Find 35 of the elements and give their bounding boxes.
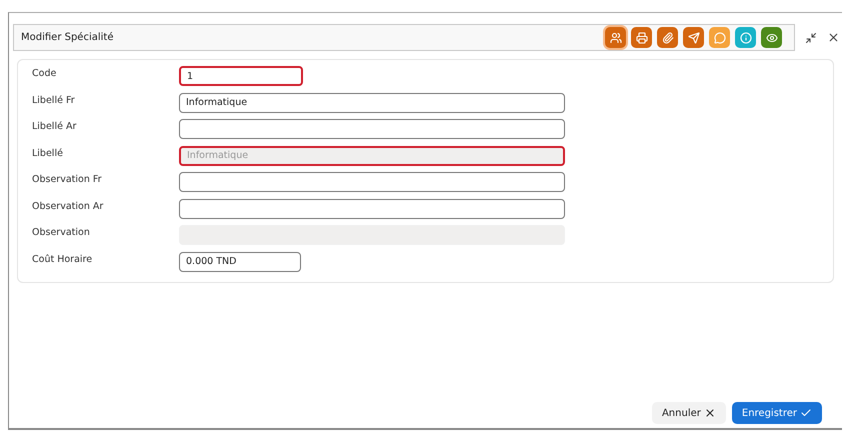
toolbar-button[interactable] [709,27,730,48]
print-icon [636,32,648,44]
toolbar-button[interactable] [605,27,626,48]
cancel-button[interactable]: Annuler [652,402,726,424]
field-label: Observation Ar [32,200,104,212]
field-label: Libellé [32,146,64,158]
minimize-button[interactable] [805,32,817,44]
check-icon [800,407,812,419]
input-field[interactable] [179,119,565,139]
dialog-title: Modifier Spécialité [21,32,114,43]
input-field[interactable]: Informatique [179,92,565,112]
paperclip-icon [662,32,674,44]
toolbar-button[interactable] [631,27,652,48]
toolbar-button[interactable] [761,27,782,48]
toolbar-button[interactable] [657,27,678,48]
save-button[interactable]: Enregistrer [732,402,822,424]
eye-icon [766,32,778,44]
input-field[interactable]: 1 [179,66,303,86]
send-icon [688,32,700,44]
chat-icon [714,32,726,44]
input-field[interactable] [179,172,565,192]
info-icon [740,32,752,44]
toolbar-button[interactable] [735,27,756,48]
field-label: Observation [32,226,91,238]
close-button[interactable] [827,31,840,44]
people-icon [610,32,622,44]
field-label: Libellé Fr [32,94,76,106]
toolbar-button[interactable] [683,27,704,48]
field-label: Code [32,67,58,79]
input-field[interactable]: 0.000 TND [179,252,301,272]
field-label: Coût Horaire [32,252,94,264]
field-label: Observation Fr [32,173,103,185]
close-icon [704,407,716,419]
input-field[interactable] [179,198,565,218]
field-label: Libellé Ar [32,120,78,132]
